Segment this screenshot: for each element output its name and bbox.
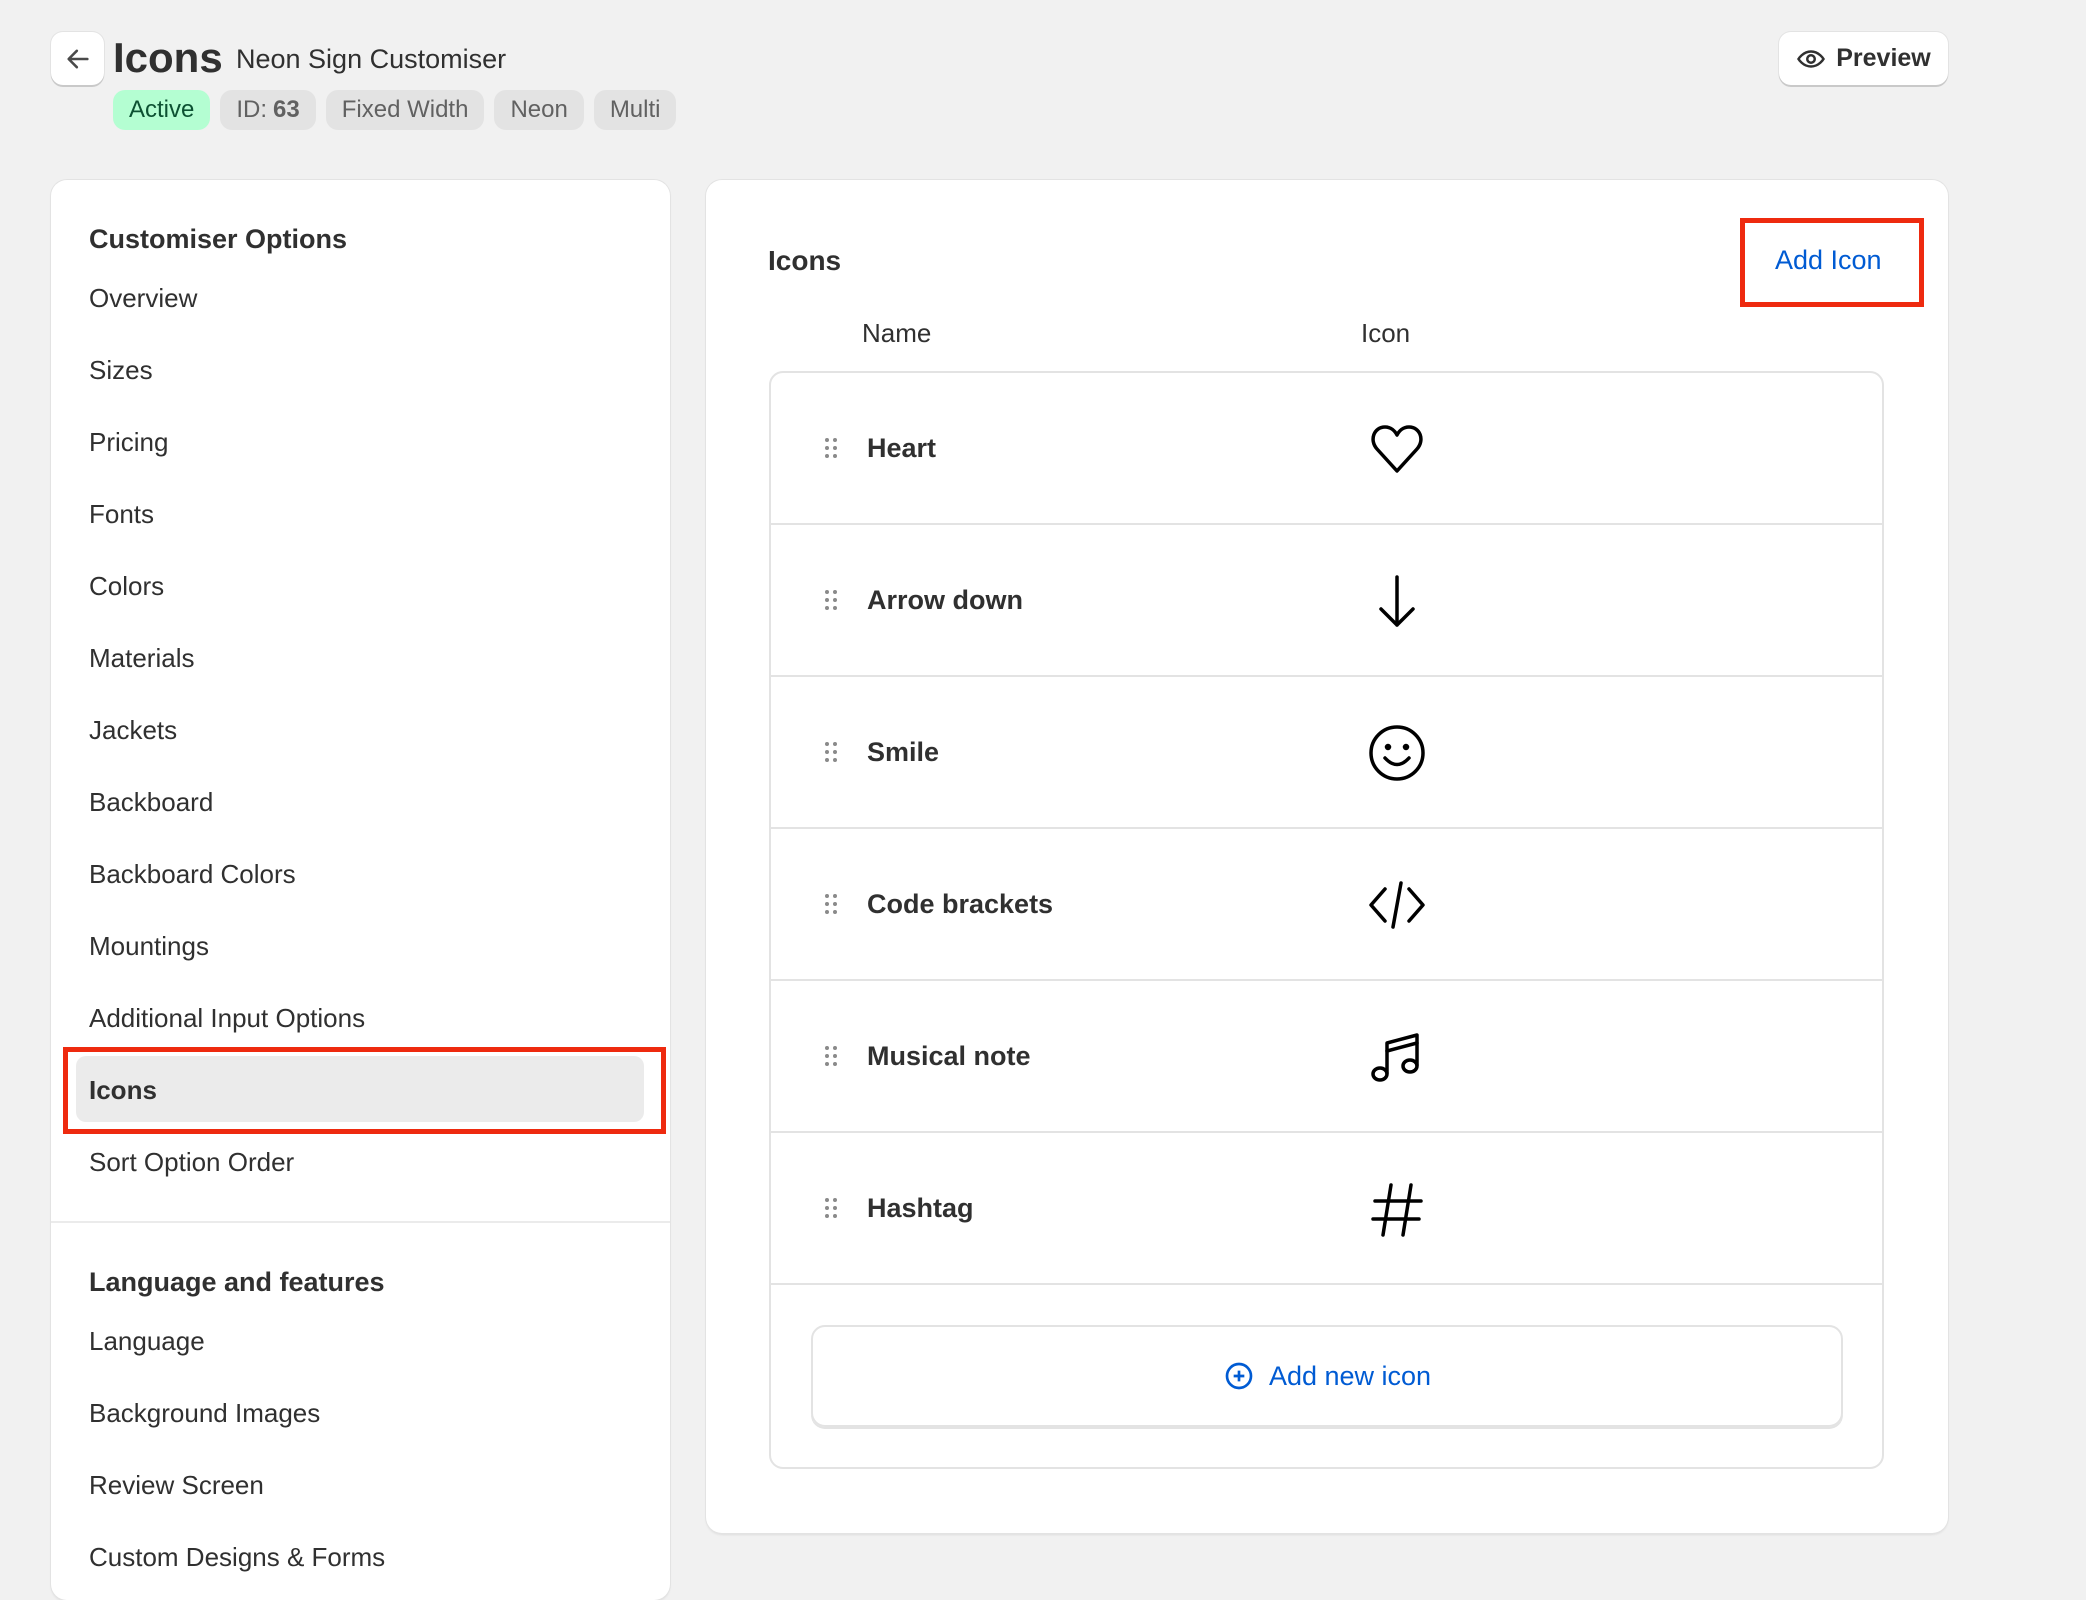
- fixed-width-badge: Fixed Width: [325, 90, 485, 130]
- drag-handle-icon[interactable]: [824, 1197, 838, 1219]
- section-divider: [51, 1221, 670, 1223]
- heart-icon: [1371, 425, 1423, 473]
- highlight-box-add-icon: [1740, 218, 1924, 307]
- drag-handle-icon[interactable]: [824, 893, 838, 915]
- id-value: 63: [273, 96, 300, 123]
- neon-badge: Neon: [494, 90, 584, 130]
- arrow-down-icon: [1379, 575, 1415, 627]
- table-row[interactable]: Hashtag: [771, 1133, 1882, 1285]
- sidebar-item-fonts[interactable]: Fonts: [89, 499, 154, 530]
- code-brackets-icon: [1369, 881, 1425, 929]
- table-row[interactable]: Musical note: [771, 981, 1882, 1133]
- row-name: Heart: [867, 433, 937, 463]
- sidebar-item-colors[interactable]: Colors: [89, 571, 164, 602]
- table-row[interactable]: Code brackets: [771, 829, 1882, 981]
- row-name: Arrow down: [867, 585, 1023, 615]
- sidebar-item-pricing[interactable]: Pricing: [89, 427, 168, 458]
- table-row[interactable]: Heart: [771, 373, 1882, 525]
- add-new-icon-button[interactable]: Add new icon: [811, 1325, 1843, 1427]
- sidebar-item-background-images[interactable]: Background Images: [89, 1398, 320, 1429]
- sidebar-item-backboard[interactable]: Backboard: [89, 787, 213, 818]
- id-label: ID:: [236, 96, 268, 123]
- column-header-name: Name: [862, 318, 932, 348]
- section-heading-customiser: Customiser Options: [89, 224, 348, 254]
- arrow-left-icon: [66, 49, 89, 68]
- sidebar-card: Customiser Options Overview Sizes Pricin…: [51, 180, 670, 1600]
- sidebar-item-mountings[interactable]: Mountings: [89, 931, 209, 962]
- sidebar-item-review-screen[interactable]: Review Screen: [89, 1470, 264, 1501]
- card-heading: Icons: [768, 245, 842, 276]
- id-badge: ID: 63: [220, 90, 316, 130]
- row-name: Musical note: [867, 1041, 1031, 1071]
- sidebar-item-sort-option-order[interactable]: Sort Option Order: [89, 1147, 294, 1178]
- row-name: Hashtag: [867, 1193, 974, 1223]
- table-row[interactable]: Arrow down: [771, 525, 1882, 677]
- icons-table: Heart Arrow down Smile Code brackets Mus…: [769, 371, 1884, 1469]
- plus-circle-icon: [1225, 1362, 1253, 1390]
- page-subtitle: Neon Sign Customiser: [236, 44, 507, 74]
- status-badge: Active: [113, 90, 211, 130]
- sidebar-item-overview[interactable]: Overview: [89, 283, 197, 314]
- section-heading-language: Language and features: [89, 1267, 385, 1297]
- preview-button[interactable]: Preview: [1779, 32, 1948, 85]
- sidebar-item-sizes[interactable]: Sizes: [89, 355, 153, 386]
- sidebar-item-additional-input-options[interactable]: Additional Input Options: [89, 1003, 365, 1034]
- musical-note-icon: [1371, 1033, 1419, 1082]
- sidebar-item-custom-designs[interactable]: Custom Designs & Forms: [89, 1542, 385, 1573]
- drag-handle-icon[interactable]: [824, 1045, 838, 1067]
- row-name: Smile: [867, 737, 940, 767]
- sidebar-item-language[interactable]: Language: [89, 1326, 205, 1357]
- row-name: Code brackets: [867, 889, 1054, 919]
- smile-icon: [1369, 725, 1425, 781]
- drag-handle-icon[interactable]: [824, 589, 838, 611]
- drag-handle-icon[interactable]: [824, 437, 838, 459]
- back-button[interactable]: [51, 32, 104, 85]
- sidebar-item-jackets[interactable]: Jackets: [89, 715, 177, 746]
- eye-icon: [1797, 49, 1826, 68]
- drag-handle-icon[interactable]: [824, 741, 838, 763]
- multi-badge: Multi: [593, 90, 677, 130]
- hashtag-icon: [1371, 1183, 1423, 1237]
- highlight-box-icons: [63, 1047, 666, 1134]
- sidebar-item-backboard-colors[interactable]: Backboard Colors: [89, 859, 296, 890]
- sidebar-item-materials[interactable]: Materials: [89, 643, 194, 674]
- page-title: Icons: [113, 34, 223, 81]
- column-header-icon: Icon: [1361, 318, 1411, 348]
- add-new-icon-label: Add new icon: [1268, 1360, 1432, 1391]
- preview-label: Preview: [1836, 44, 1931, 72]
- table-row[interactable]: Smile: [771, 677, 1882, 829]
- badge-list: Active ID: 63 Fixed Width Neon Multi: [113, 90, 677, 130]
